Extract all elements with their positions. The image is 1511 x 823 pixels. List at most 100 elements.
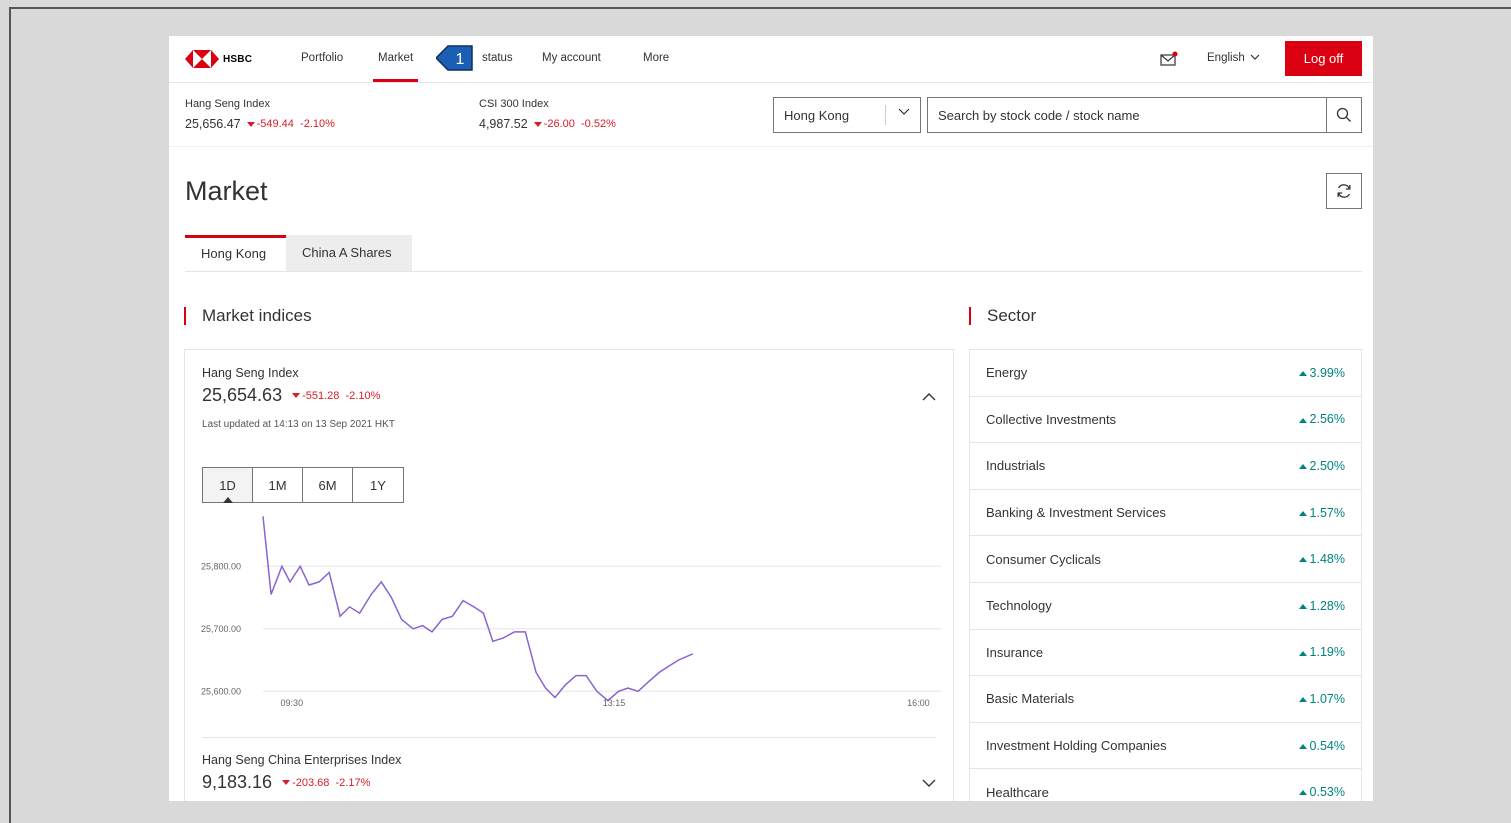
sector-row[interactable]: Consumer Cyclicals 1.48% (970, 536, 1361, 583)
ticker-csi: CSI 300 Index 4,987.52 -26.00 -0.52% (479, 98, 616, 131)
nav-status[interactable]: status (482, 52, 513, 64)
logoff-button[interactable]: Log off (1285, 41, 1362, 76)
tab-china-a-shares[interactable]: China A Shares (286, 235, 412, 271)
down-arrow-icon (292, 393, 301, 399)
index-pct: -2.10% (345, 389, 381, 402)
index-change: -551.28 (302, 389, 340, 402)
chevron-down-icon[interactable] (922, 779, 936, 788)
y-tick-label: 25,700.00 (201, 624, 241, 634)
chevron-up-icon[interactable] (922, 392, 936, 401)
mail-icon[interactable] (1160, 51, 1178, 67)
period-1d[interactable]: 1D (203, 468, 253, 503)
region-select[interactable]: Hong Kong (773, 97, 921, 133)
index2-name: Hang Seng China Enterprises Index (202, 753, 402, 767)
hsbc-logo[interactable]: HSBC (185, 50, 252, 68)
nav-market[interactable]: Market (372, 52, 419, 82)
index2-value-row: 9,183.16 -203.68 -2.17% (202, 772, 370, 793)
sector-name: Insurance (986, 644, 1044, 660)
sector-pct: 1.07% (1309, 691, 1345, 706)
nav-portfolio[interactable]: Portfolio (301, 52, 343, 64)
sector-row[interactable]: Investment Holding Companies 0.54% (970, 723, 1361, 770)
index-name: Hang Seng Index (202, 366, 299, 380)
sector-table: Energy 3.99% Collective Investments 2.56% In… (969, 349, 1362, 801)
sector-name: Consumer Cyclicals (986, 551, 1101, 567)
up-arrow-icon (1298, 603, 1307, 609)
up-arrow-icon (1298, 650, 1307, 656)
sector-name: Banking & Investment Services (986, 505, 1166, 521)
up-arrow-icon (1298, 464, 1307, 470)
up-arrow-icon (1298, 510, 1307, 516)
period-1m[interactable]: 1M (253, 468, 303, 502)
tab-hong-kong[interactable]: Hong Kong (185, 235, 286, 271)
ticker-csi-name: CSI 300 Index (479, 98, 549, 110)
chevron-down-icon (1250, 54, 1260, 60)
language-label: English (1207, 52, 1245, 64)
sector-change: 1.07% (1298, 691, 1345, 706)
down-arrow-icon (533, 121, 542, 127)
sector-row[interactable]: Technology 1.28% (970, 583, 1361, 630)
ticker-hsi-change: -549.44 (256, 118, 294, 130)
sector-change: 2.56% (1298, 412, 1345, 427)
index2-value: 9,183.16 (202, 772, 273, 792)
ticker-csi-pct: -0.52% (581, 118, 616, 130)
period-selector: 1D 1M 6M 1Y (202, 467, 404, 503)
region-select-value: Hong Kong (784, 108, 850, 123)
sector-change: 3.99% (1298, 366, 1345, 380)
sector-change: 0.53% (1298, 785, 1345, 800)
sector-pct: 0.53% (1309, 785, 1345, 800)
sector-change: 0.54% (1298, 739, 1345, 753)
stock-search-input[interactable] (928, 98, 1326, 132)
ticker-hsi-pct: -2.10% (300, 118, 335, 130)
region-select-divider (885, 105, 886, 125)
market-indices-heading: Market indices (184, 307, 312, 325)
search-icon (1336, 107, 1351, 122)
search-button[interactable] (1326, 98, 1361, 132)
up-arrow-icon (1298, 417, 1307, 423)
ticker-hsi-value: 25,656.47 (185, 117, 241, 131)
x-tick-label: 16:00 (907, 698, 930, 708)
sector-row[interactable]: Collective Investments 2.56% (970, 397, 1361, 444)
nav-my-account[interactable]: My account (542, 52, 601, 64)
sector-row[interactable]: Energy 3.99% (970, 350, 1361, 397)
ticker-hsi-name: Hang Seng Index (185, 98, 271, 110)
y-tick-label: 25,600.00 (201, 686, 241, 696)
sector-row[interactable]: Industrials 2.50% (970, 443, 1361, 490)
index2-change: -203.68 (292, 776, 330, 789)
period-6m[interactable]: 6M (303, 468, 353, 502)
step-marker-icon: 1 (436, 45, 473, 71)
stock-search (927, 97, 1362, 133)
ticker-csi-value: 4,987.52 (479, 117, 528, 131)
hsbc-hexagon-icon (185, 50, 219, 68)
sector-pct: 2.56% (1309, 412, 1345, 427)
sector-name: Healthcare (986, 784, 1049, 800)
language-selector[interactable]: English (1207, 52, 1260, 64)
page-title: Market (185, 176, 268, 206)
tabs-divider (185, 271, 1362, 272)
sector-name: Energy (986, 365, 1028, 381)
up-arrow-icon (1298, 790, 1307, 796)
sector-name: Collective Investments (986, 411, 1117, 427)
sector-name: Technology (986, 598, 1052, 614)
ticker-hsi: Hang Seng Index 25,656.47 -549.44 -2.10% (185, 98, 335, 131)
ticker-csi-change: -26.00 (543, 118, 575, 130)
header-divider (169, 146, 1373, 147)
card-divider (202, 737, 936, 738)
nav-more[interactable]: More (643, 52, 669, 64)
sector-name: Basic Materials (986, 691, 1075, 707)
sector-pct: 1.48% (1309, 552, 1345, 567)
up-arrow-icon (1298, 371, 1307, 376)
period-1y[interactable]: 1Y (353, 468, 403, 502)
index2-pct: -2.17% (335, 776, 371, 789)
sector-row[interactable]: Basic Materials 1.07% (970, 676, 1361, 723)
down-arrow-icon (246, 121, 255, 127)
last-updated: Last updated at 14:13 on 13 Sep 2021 HKT (202, 419, 395, 430)
refresh-icon (1337, 184, 1351, 198)
sector-row[interactable]: Banking & Investment Services 1.57% (970, 490, 1361, 537)
sector-row[interactable]: Healthcare 0.53% (970, 769, 1361, 801)
sector-row[interactable]: Insurance 1.19% (970, 630, 1361, 677)
refresh-button[interactable] (1326, 173, 1362, 209)
up-arrow-icon (1298, 557, 1307, 563)
index-value: 25,654.63 (202, 385, 283, 405)
sector-name: Investment Holding Companies (986, 738, 1167, 754)
sector-pct: 1.57% (1309, 505, 1345, 520)
